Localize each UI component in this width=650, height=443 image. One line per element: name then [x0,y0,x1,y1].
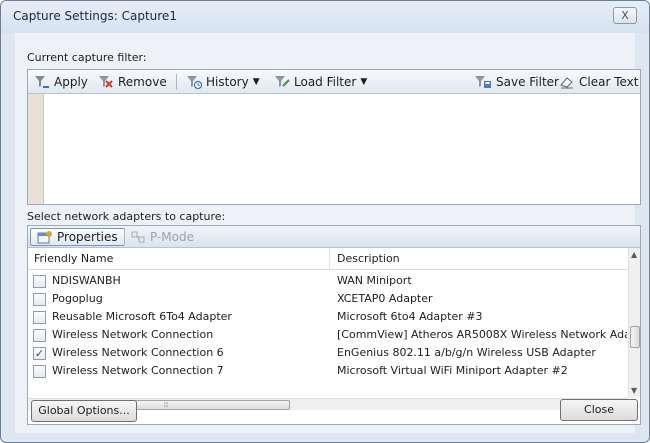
adapter-description: Microsoft 6to4 Adapter #3 [337,310,483,323]
save-filter-button[interactable]: Save Filter [474,74,559,90]
adapters-toolbar-divider [124,229,125,245]
adapter-checkbox[interactable]: ✓ [33,347,46,360]
load-filter-icon [275,76,290,87]
adapters-table-header: Friendly Name Description [28,248,628,270]
toolbar-divider [176,74,177,90]
adapter-checkbox[interactable] [33,293,46,306]
dialog-content: Current capture filter: Apply Remove His… [15,33,641,433]
scroll-down-arrow-icon[interactable]: ▼ [631,386,637,395]
adapter-description: [CommView] Atheros AR5008X Wireless Netw… [337,328,627,341]
adapter-description: Microsoft Virtual WiFi Miniport Adapter … [337,364,568,377]
table-row[interactable]: NDISWANBH WAN Miniport [28,272,628,290]
properties-label: Properties [57,230,118,244]
remove-label: Remove [118,75,167,89]
save-filter-label: Save Filter [496,75,559,89]
capture-filter-label: Current capture filter: [27,51,147,64]
network-adapters-panel: Properties P-Mode Friendly Name Descript… [27,225,641,425]
adapters-table-body: NDISWANBH WAN Miniport Pogoplug XCETAP0 Ada… [28,270,628,398]
apply-label: Apply [54,75,88,89]
adapter-checkbox[interactable] [33,311,46,324]
scroll-up-arrow-icon[interactable]: ▲ [631,250,637,259]
adapter-checkbox[interactable] [33,329,46,342]
properties-icon [37,231,52,244]
adapter-checkbox[interactable] [33,275,46,288]
column-description[interactable]: Description [331,248,628,270]
capture-filter-editor[interactable] [48,98,636,202]
adapter-friendly-name: Wireless Network Connection 6 [52,346,224,359]
apply-button[interactable]: Apply [34,74,88,90]
close-window-button[interactable]: X [613,7,637,24]
table-row[interactable]: ✓ Wireless Network Connection 6 EnGenius 8… [28,344,628,362]
eraser-icon [560,77,573,89]
adapter-friendly-name: Pogoplug [52,292,103,305]
properties-button[interactable]: Properties [30,228,125,246]
vertical-scroll-thumb[interactable] [630,326,640,348]
adapter-friendly-name: Reusable Microsoft 6To4 Adapter [52,310,232,323]
save-filter-icon [475,76,491,88]
remove-filter-icon [99,76,113,88]
table-row[interactable]: Pogoplug XCETAP0 Adapter [28,290,628,308]
adapter-friendly-name: Wireless Network Connection [52,328,214,341]
table-row[interactable]: Wireless Network Connection [CommView] At… [28,326,628,344]
pmode-label: P-Mode [150,230,194,244]
vertical-scrollbar[interactable]: ▲ ▼ [628,248,640,398]
dialog-title: Capture Settings: Capture1 [13,9,177,23]
table-row[interactable]: Wireless Network Connection 7 Microsoft V… [28,362,628,380]
load-filter-dropdown[interactable]: Load Filter ▼ [274,74,367,90]
pmode-icon [131,231,145,243]
filter-editor-gutter [28,94,44,204]
load-filter-chevron-down-icon: ▼ [360,77,368,87]
remove-button[interactable]: Remove [98,74,167,90]
adapter-description: EnGenius 802.11 a/b/g/n Wireless USB Ada… [337,346,596,359]
filter-toolbar: Apply Remove History ▼ Load Filter ▼ Sav… [28,70,640,94]
apply-filter-icon [35,76,49,88]
capture-settings-dialog: Capture Settings: Capture1 X Current cap… [0,0,650,443]
adapter-description: WAN Miniport [337,274,412,287]
adapter-friendly-name: NDISWANBH [52,274,121,287]
network-adapters-label: Select network adapters to capture: [27,210,226,223]
table-row[interactable]: Reusable Microsoft 6To4 Adapter Microsoft… [28,308,628,326]
adapters-toolbar: Properties P-Mode [28,226,640,248]
adapter-description: XCETAP0 Adapter [337,292,433,305]
pmode-button[interactable]: P-Mode [130,229,194,245]
column-friendly-name[interactable]: Friendly Name [28,248,330,270]
clear-text-label: Clear Text [579,75,639,89]
history-dropdown[interactable]: History ▼ [186,74,260,90]
clear-text-button[interactable]: Clear Text [559,74,638,90]
history-label: History [206,75,249,89]
history-chevron-down-icon: ▼ [252,77,260,87]
history-icon [187,76,202,89]
load-filter-label: Load Filter [294,75,357,89]
adapter-friendly-name: Wireless Network Connection 7 [52,364,224,377]
capture-filter-panel: Apply Remove History ▼ Load Filter ▼ Sav… [27,69,641,205]
title-bar: Capture Settings: Capture1 X [1,1,649,33]
close-button[interactable]: Close [560,399,638,421]
global-options-button[interactable]: Global Options... [31,400,137,422]
adapter-checkbox[interactable] [33,365,46,378]
